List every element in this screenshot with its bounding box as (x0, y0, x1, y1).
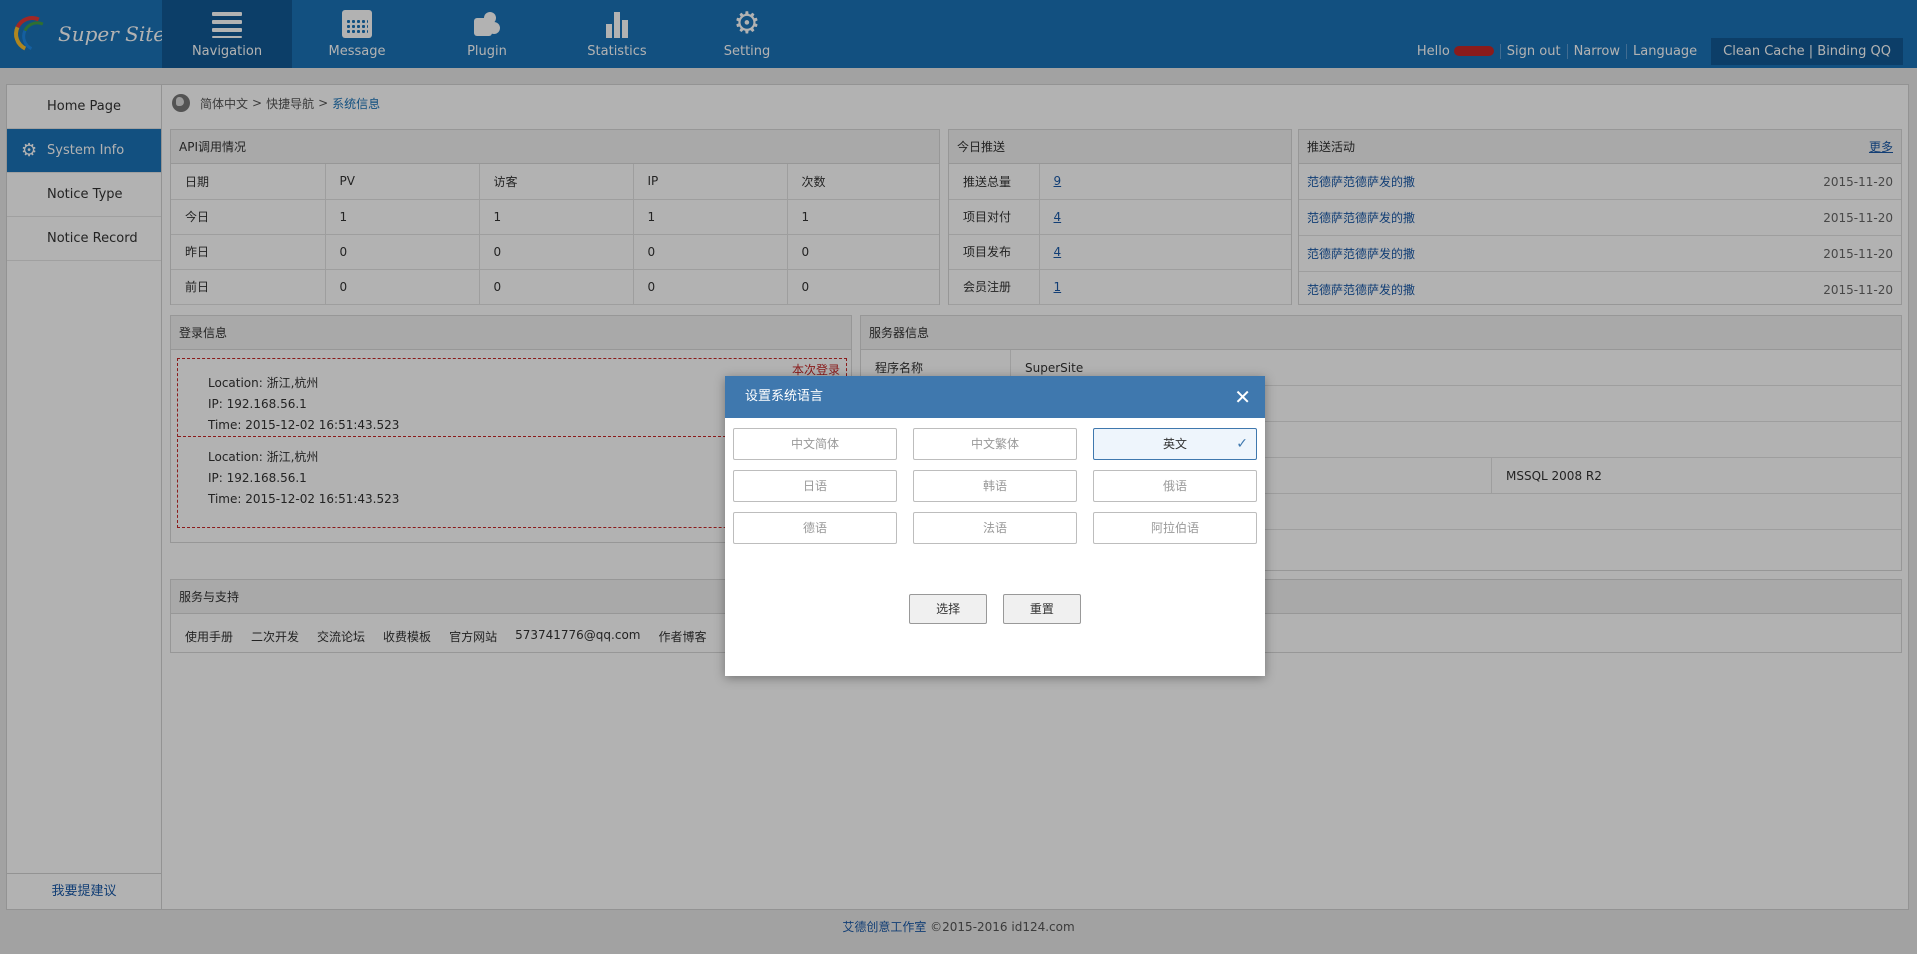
dialog-header: 设置系统语言 ✕ (725, 376, 1265, 418)
lang-option-ko[interactable]: 韩语 (913, 470, 1077, 502)
lang-option-ar[interactable]: 阿拉伯语 (1093, 512, 1257, 544)
lang-option-zh-tw[interactable]: 中文繁体 (913, 428, 1077, 460)
lang-option-fr[interactable]: 法语 (913, 512, 1077, 544)
dialog-actions: 选择 重置 (725, 594, 1265, 624)
dialog-title: 设置系统语言 (745, 389, 824, 404)
checkmark-icon: ✓ (1236, 436, 1248, 452)
close-icon[interactable]: ✕ (1234, 376, 1251, 418)
lang-option-ru[interactable]: 俄语 (1093, 470, 1257, 502)
lang-option-en[interactable]: 英文 ✓ (1093, 428, 1257, 460)
lang-option-ja[interactable]: 日语 (733, 470, 897, 502)
select-button[interactable]: 选择 (909, 594, 988, 624)
lang-option-de[interactable]: 德语 (733, 512, 897, 544)
language-dialog: 设置系统语言 ✕ 中文简体 中文繁体 英文 ✓ 日语 韩语 俄语 德语 法语 阿拉… (725, 376, 1265, 676)
lang-option-label: 英文 (1162, 437, 1187, 451)
language-options: 中文简体 中文繁体 英文 ✓ 日语 韩语 俄语 德语 法语 阿拉伯语 (733, 428, 1257, 544)
lang-option-zh-cn[interactable]: 中文简体 (733, 428, 897, 460)
reset-button[interactable]: 重置 (1002, 594, 1081, 624)
